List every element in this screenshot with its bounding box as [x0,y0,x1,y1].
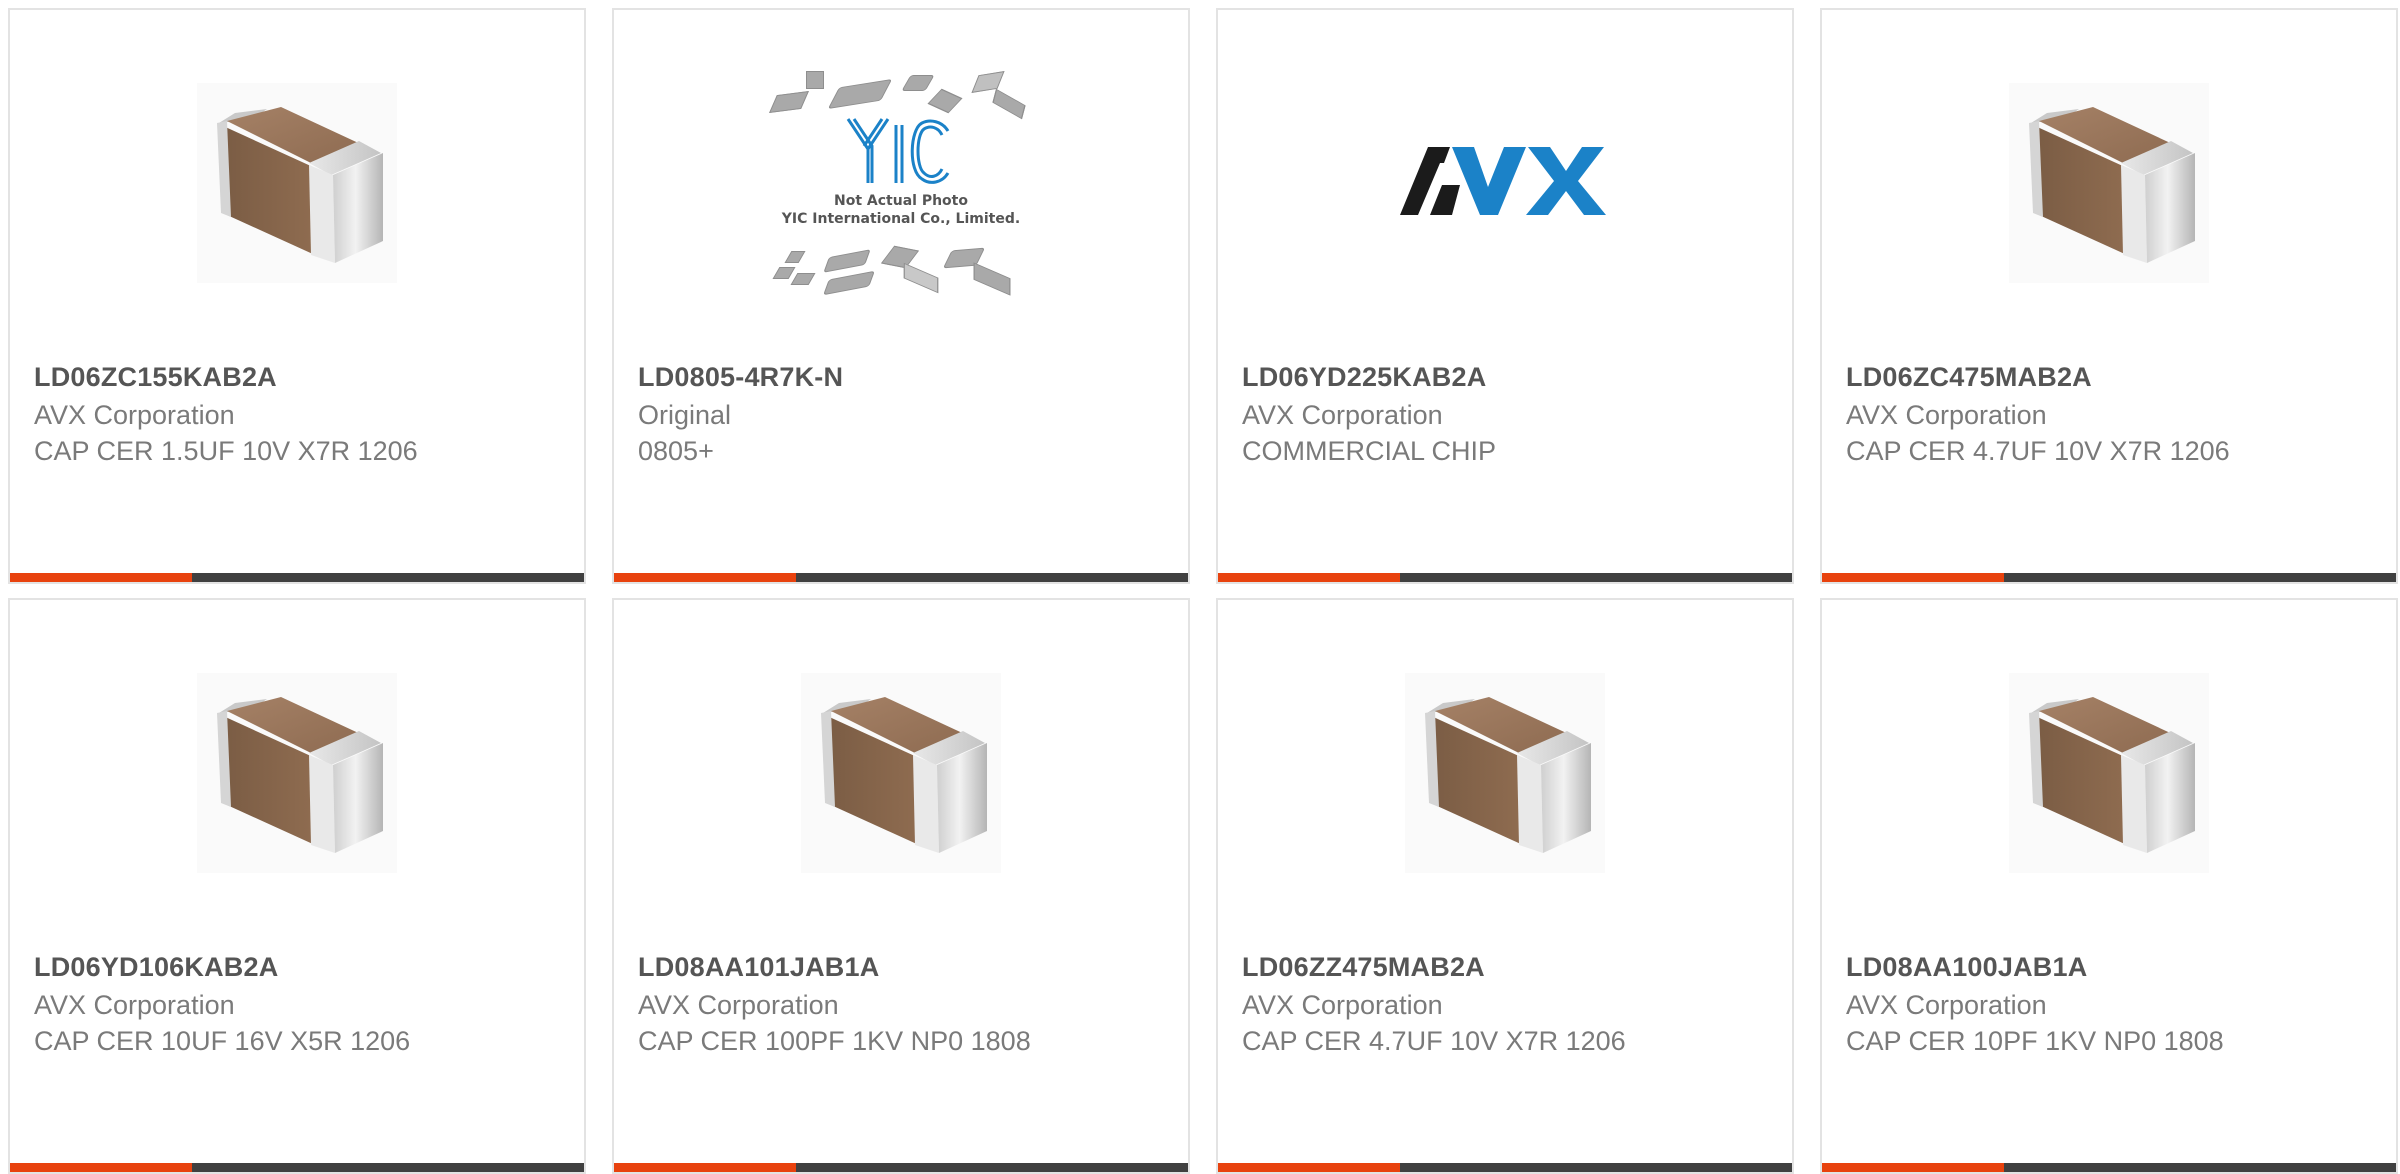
chip-icon [973,262,1011,296]
product-image [10,68,584,298]
capacitor-image [2009,673,2209,873]
card-bottom-bar [1218,1163,1792,1172]
chip-icon [971,71,1005,93]
bar-accent [614,573,796,582]
product-image [614,658,1188,888]
manufacturer: AVX Corporation [34,990,235,1020]
capacitor-image [1405,673,1605,873]
chip-icon [806,71,824,89]
avx-logo [1400,147,1606,215]
product-card[interactable]: LD08AA100JAB1A AVX Corporation CAP CER 1… [1820,598,2398,1174]
card-bottom-bar [1822,573,2396,582]
bar-rest [1400,1163,1792,1172]
manufacturer: AVX Corporation [638,990,839,1020]
product-card[interactable]: LD06YD106KAB2A AVX Corporation CAP CER 1… [8,598,586,1174]
part-number: LD06ZZ475MAB2A [1242,952,1485,982]
product-card[interactable]: Not Actual Photo YIC International Co., … [612,8,1190,584]
bar-rest [2004,1163,2396,1172]
card-bottom-bar [1822,1163,2396,1172]
chip-icon [901,75,935,91]
chip-icon [769,90,809,114]
manufacturer: AVX Corporation [1242,990,1443,1020]
bar-rest [192,573,584,582]
product-card[interactable]: LD06YD225KAB2A AVX Corporation COMMERCIA… [1216,8,1794,584]
chip-icon [927,88,963,114]
bar-rest [796,573,1188,582]
description: CAP CER 4.7UF 10V X7R 1206 [1242,1026,1626,1056]
description: CAP CER 100PF 1KV NP0 1808 [638,1026,1031,1056]
card-bottom-bar [10,1163,584,1172]
chip-icon [823,249,871,273]
manufacturer: AVX Corporation [1846,990,2047,1020]
product-card[interactable]: LD06ZC155KAB2A AVX Corporation CAP CER 1… [8,8,586,584]
description: CAP CER 10UF 16V X5R 1206 [34,1026,411,1056]
chip-icon [992,88,1026,120]
description: CAP CER 4.7UF 10V X7R 1206 [1846,436,2230,466]
product-grid: LD06ZC155KAB2A AVX Corporation CAP CER 1… [0,0,2400,1174]
capacitor-image [801,673,1001,873]
card-bottom-bar [1218,573,1792,582]
product-image [1218,68,1792,298]
bar-rest [796,1163,1188,1172]
part-number: LD06YD106KAB2A [34,952,279,982]
chip-icon [790,273,816,285]
card-bottom-bar [614,1163,1188,1172]
capacitor-image [197,673,397,873]
bar-accent [1822,573,2004,582]
manufacturer: AVX Corporation [1846,400,2047,430]
part-number: LD06ZC475MAB2A [1846,362,2092,392]
bar-accent [1218,1163,1400,1172]
part-number: LD08AA100JAB1A [1846,952,2088,982]
chip-icon [823,270,875,296]
capacitor-image [197,83,397,283]
part-number: LD0805-4R7K-N [638,362,844,392]
placeholder-caption-1: Not Actual Photo [834,193,968,209]
bar-accent [1218,573,1400,582]
capacitor-image [2009,83,2209,283]
part-number: LD06ZC155KAB2A [34,362,277,392]
placeholder-caption-2: YIC International Co., Limited. [781,211,1021,227]
product-image [1822,658,2396,888]
card-bottom-bar [614,573,1188,582]
chip-icon [784,251,806,263]
part-number: LD08AA101JAB1A [638,952,880,982]
product-image: Not Actual Photo YIC International Co., … [614,68,1188,298]
bar-rest [2004,573,2396,582]
bar-accent [1822,1163,2004,1172]
product-card[interactable]: LD08AA101JAB1A AVX Corporation CAP CER 1… [612,598,1190,1174]
manufacturer: AVX Corporation [34,400,235,430]
description: CAP CER 1.5UF 10V X7R 1206 [34,436,418,466]
chip-icon [827,78,893,110]
product-image [1218,658,1792,888]
description: 0805+ [638,436,714,466]
bar-rest [192,1163,584,1172]
chip-icon [772,267,796,279]
product-card[interactable]: LD06ZZ475MAB2A AVX Corporation CAP CER 4… [1216,598,1794,1174]
chip-icon [903,262,939,294]
bar-accent [614,1163,796,1172]
product-card[interactable]: LD06ZC475MAB2A AVX Corporation CAP CER 4… [1820,8,2398,584]
manufacturer: Original [638,400,732,430]
bar-accent [10,1163,192,1172]
product-image [10,658,584,888]
bar-rest [1400,573,1792,582]
manufacturer: AVX Corporation [1242,400,1443,430]
card-bottom-bar [10,573,584,582]
chip-icon [880,245,920,269]
placeholder-image: Not Actual Photo YIC International Co., … [766,63,1036,303]
bar-accent [10,573,192,582]
description: CAP CER 10PF 1KV NP0 1808 [1846,1026,2224,1056]
product-image [1822,68,2396,298]
description: COMMERCIAL CHIP [1242,436,1497,466]
part-number: LD06YD225KAB2A [1242,362,1487,392]
yic-logo [846,118,950,184]
